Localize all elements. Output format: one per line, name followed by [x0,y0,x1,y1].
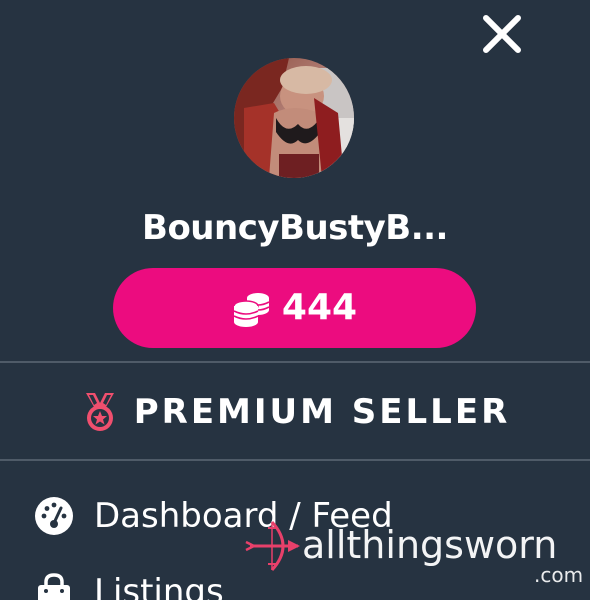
navigation-drawer: BouncyBustyB... 444 PREMIUM SELLER Dashb… [0,0,590,600]
close-icon [483,15,521,53]
divider [0,361,590,363]
medal-icon [85,393,114,431]
coins-icon [233,293,270,327]
profile-username[interactable]: BouncyBustyB... [0,208,590,248]
dashboard-gauge-icon [35,497,73,535]
menu-item-label: Listings [94,572,224,600]
profile-photo [234,58,354,178]
menu-item-dashboard-feed[interactable]: Dashboard / Feed [34,496,393,536]
close-button[interactable] [478,10,526,58]
premium-seller-label: PREMIUM SELLER [133,392,511,432]
shopping-bag-icon [38,573,70,600]
divider [0,459,590,461]
avatar[interactable] [234,58,354,178]
app-page: e [0,0,600,600]
menu-item-label: Dashboard / Feed [94,496,393,536]
token-balance-button[interactable]: 444 [113,268,476,348]
menu-item-listings[interactable]: Listings [34,572,224,600]
token-balance-value: 444 [281,287,358,328]
premium-seller-badge: PREMIUM SELLER [0,388,590,436]
